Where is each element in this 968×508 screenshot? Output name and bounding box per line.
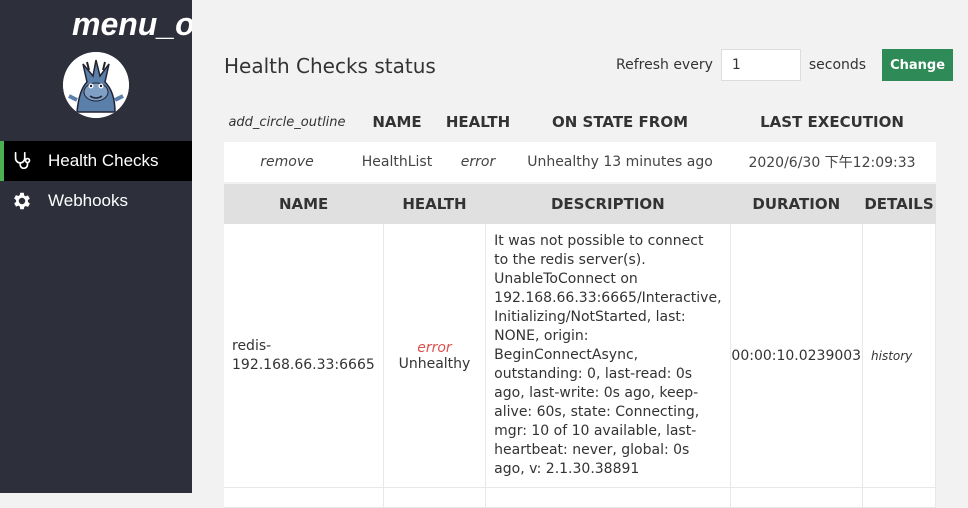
sidebar-item-label: Health Checks xyxy=(48,151,159,170)
remove-toggle[interactable]: remove xyxy=(224,142,350,182)
gear-icon xyxy=(10,189,34,213)
column-header-details: DETAILS xyxy=(862,184,936,224)
entry-name: redis-192.168.66.33:6665 xyxy=(224,224,384,488)
table-cell xyxy=(383,487,487,508)
table-row: redis-192.168.66.33:6665 error Unhealthy… xyxy=(224,224,936,488)
entry-duration: 00:00:10.0239003 xyxy=(730,224,864,488)
entry-description: It was not possible to connect to the re… xyxy=(485,224,731,488)
table-row xyxy=(224,487,936,508)
sidebar-item-health-checks[interactable]: Health Checks xyxy=(0,141,192,181)
add-circle-outline-icon[interactable]: add_circle_outline xyxy=(224,102,350,142)
history-link[interactable]: history xyxy=(862,224,936,488)
column-header-last-execution: LAST EXECUTION xyxy=(760,113,904,131)
refresh-prefix-label: Refresh every xyxy=(616,57,713,73)
table-cell xyxy=(730,487,864,508)
last-execution: 2020/6/30 下午12:09:33 xyxy=(728,142,936,182)
health-status-text: Unhealthy xyxy=(398,355,471,372)
table-cell xyxy=(224,487,384,508)
detail-table: NAME HEALTH DESCRIPTION DURATION DETAILS… xyxy=(224,184,936,508)
table-cell xyxy=(862,487,936,508)
column-header-duration: DURATION xyxy=(730,184,863,224)
column-header-name: NAME xyxy=(224,184,384,224)
column-header-description: DESCRIPTION xyxy=(485,184,731,224)
column-header-name: NAME xyxy=(372,113,422,131)
error-icon: error xyxy=(417,339,452,356)
sidebar-item-webhooks[interactable]: Webhooks xyxy=(0,181,192,221)
table-row: remove HealthList error Unhealthy 13 min… xyxy=(224,142,936,182)
table-cell xyxy=(485,487,731,508)
entry-health: error Unhealthy xyxy=(383,224,487,488)
check-name: HealthList xyxy=(350,142,444,182)
column-header-health: HEALTH xyxy=(445,113,511,131)
column-header-on-state-from: ON STATE FROM xyxy=(551,113,689,131)
stethoscope-icon xyxy=(10,149,34,173)
refresh-control: Refresh every seconds Change xyxy=(616,49,954,81)
refresh-interval-input[interactable] xyxy=(720,49,801,81)
error-icon: error xyxy=(444,142,512,182)
sidebar: menu_op Health Checks Webho xyxy=(0,0,192,493)
main-content: Health Checks status Refresh every secon… xyxy=(192,0,968,508)
summary-table: add_circle_outline NAME HEALTH ON STATE … xyxy=(224,102,936,182)
avatar xyxy=(63,52,129,118)
state-from: Unhealthy 13 minutes ago xyxy=(512,142,728,182)
refresh-suffix-label: seconds xyxy=(808,57,867,73)
sidebar-item-label: Webhooks xyxy=(48,191,129,210)
change-button[interactable]: Change xyxy=(882,49,954,81)
page-title: Health Checks status xyxy=(224,54,436,78)
column-header-health: HEALTH xyxy=(383,184,486,224)
menu-title: menu_op xyxy=(72,6,192,42)
